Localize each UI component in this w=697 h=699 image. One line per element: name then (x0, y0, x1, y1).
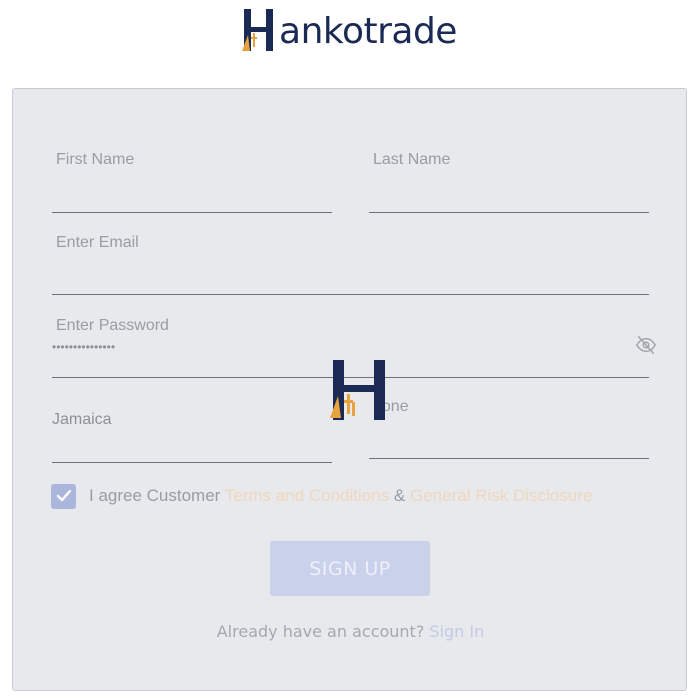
country-value: Jamaica (52, 411, 112, 428)
agree-checkbox[interactable] (51, 483, 76, 509)
already-text: Already have an account? (216, 622, 425, 641)
password-value: ••••••••••••••• (52, 340, 116, 354)
input-underline (52, 294, 649, 295)
checkmark-icon (56, 489, 71, 502)
signup-page: ankotrade First Name Last Name Enter Ema… (0, 0, 697, 699)
eye-slash-icon[interactable] (635, 334, 657, 356)
brand-name: ankotrade (279, 11, 457, 52)
hankotrade-h-logo-icon (242, 9, 274, 51)
input-underline (369, 212, 649, 213)
country-select[interactable]: Jamaica (52, 395, 332, 463)
agreement-prefix: I agree Customer (89, 486, 221, 505)
risk-disclosure-link[interactable]: General Risk Disclosure (410, 486, 592, 505)
signup-button[interactable]: SIGN UP (270, 541, 430, 596)
agreement-row: I agree Customer Terms and Conditions & … (51, 483, 592, 509)
brand-logo: ankotrade (0, 2, 697, 58)
agreement-ampersand: & (393, 486, 406, 505)
input-underline (52, 462, 332, 463)
input-underline (52, 212, 332, 213)
terms-link[interactable]: Terms and Conditions (225, 486, 389, 505)
agreement-text: I agree Customer Terms and Conditions & … (89, 486, 592, 506)
last-name-field[interactable]: Last Name (369, 149, 649, 213)
signin-prompt: Already have an account? Sign In (13, 622, 688, 641)
first-name-field[interactable]: First Name (52, 149, 332, 213)
first-name-placeholder: First Name (56, 151, 135, 168)
password-label: Enter Password (56, 317, 169, 334)
input-underline (369, 458, 649, 459)
email-field[interactable]: Enter Email (52, 231, 649, 295)
last-name-placeholder: Last Name (373, 151, 451, 168)
signin-link[interactable]: Sign In (429, 622, 484, 641)
email-placeholder: Enter Email (56, 234, 139, 251)
phone-field[interactable]: hone (369, 395, 649, 459)
loading-logo-icon (330, 360, 385, 420)
